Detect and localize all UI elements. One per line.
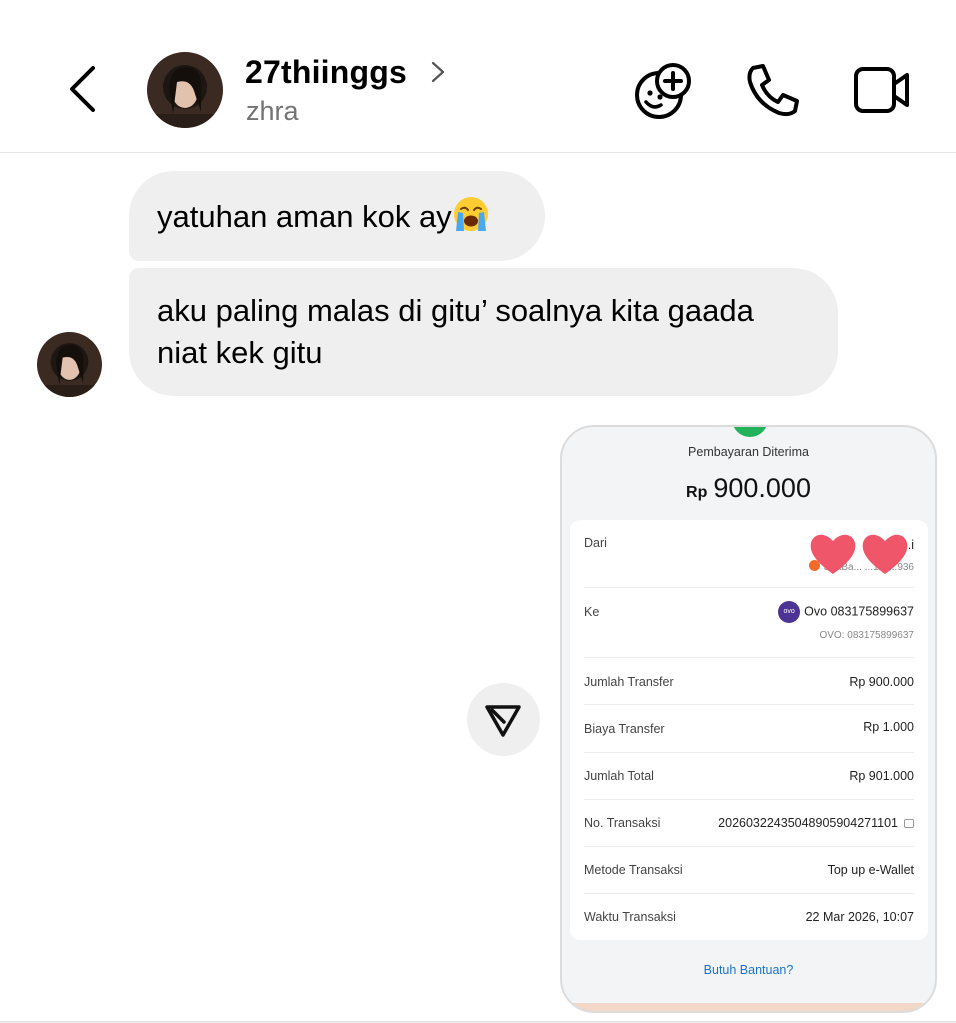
chat-header: 27thiinggs zhra xyxy=(0,0,956,153)
sender-avatar[interactable] xyxy=(37,332,102,397)
receipt-row: Biaya Transfer Rp 1.000 xyxy=(584,706,914,753)
row-label: Jumlah Transfer xyxy=(584,675,674,689)
row-value: Rp 1.000 xyxy=(863,720,914,734)
receipt-row: No. Transaksi 20260322435048905904271101 xyxy=(584,801,914,847)
crying-face-emoji-icon xyxy=(453,197,488,231)
receipt-details: Dari ...i SeaBa... ...112...936 Ke ovo Ov… xyxy=(570,520,928,940)
help-link[interactable]: Butuh Bantuan? xyxy=(562,963,935,977)
copy-icon xyxy=(904,819,914,828)
row-label: Jumlah Total xyxy=(584,769,654,783)
amount-value: 900.000 xyxy=(713,473,811,503)
row-value: Top up e-Wallet xyxy=(827,863,914,877)
audio-call-button[interactable] xyxy=(743,60,803,120)
message-bubble[interactable]: yatuhan aman kok ay xyxy=(129,171,545,261)
row-label: Biaya Transfer xyxy=(584,722,665,736)
ovo-logo-icon: ovo xyxy=(778,601,801,623)
contact-display-name: zhra xyxy=(246,96,299,126)
add-friend-button[interactable] xyxy=(633,60,693,120)
receipt-row: Jumlah Total Rp 901.000 xyxy=(584,754,914,800)
heart-sticker-icon xyxy=(862,534,908,574)
card-bottom-strip xyxy=(562,1003,935,1011)
contact-avatar[interactable] xyxy=(147,52,223,128)
row-value: Rp 901.000 xyxy=(849,769,914,783)
receipt-title: Pembayaran Diterima xyxy=(688,445,809,459)
receipt-row: Metode Transaksi Top up e-Wallet xyxy=(584,848,914,894)
share-button[interactable] xyxy=(467,683,540,756)
row-label: Dari xyxy=(584,536,607,550)
receipt-row: Jumlah Transfer Rp 900.000 xyxy=(584,659,914,705)
heart-sticker-icon xyxy=(810,534,856,574)
phone-icon xyxy=(747,64,799,117)
back-chevron-icon xyxy=(70,66,95,112)
row-value: Rp 900.000 xyxy=(849,675,914,689)
receipt-row-to: Ke ovo Ovo 083175899637 OVO: 083175899637 xyxy=(584,589,914,658)
send-icon xyxy=(485,705,521,737)
chevron-right-icon[interactable] xyxy=(428,58,448,86)
receipt-row: Waktu Transaksi 22 Mar 2026, 10:07 xyxy=(584,895,914,940)
receipt-amount: Rp 900.000 xyxy=(562,473,935,504)
success-check-icon xyxy=(732,427,768,437)
message-bubble[interactable]: aku paling malas di gitu’ soalnya kita g… xyxy=(129,268,838,396)
contact-username[interactable]: 27thiinggs xyxy=(245,54,407,91)
row-value: 22 Mar 2026, 10:07 xyxy=(805,910,914,924)
row-label: Metode Transaksi xyxy=(584,863,683,877)
video-camera-icon xyxy=(854,67,909,113)
back-button[interactable] xyxy=(60,60,108,118)
row-value: 20260322435048905904271101 xyxy=(718,816,914,830)
message-text: yatuhan aman kok ay xyxy=(157,199,452,234)
row-label: Waktu Transaksi xyxy=(584,910,676,924)
row-value: ovo Ovo 083175899637 xyxy=(778,601,914,623)
currency-label: Rp xyxy=(686,484,708,501)
video-call-button[interactable] xyxy=(852,60,912,120)
add-friend-icon xyxy=(635,63,691,119)
row-label: Ke xyxy=(584,605,600,619)
payment-receipt-image[interactable]: Pembayaran Diterima Rp 900.000 Dari ...i … xyxy=(560,425,937,1013)
row-subvalue: OVO: 083175899637 xyxy=(819,630,914,641)
row-label: No. Transaksi xyxy=(584,816,661,830)
